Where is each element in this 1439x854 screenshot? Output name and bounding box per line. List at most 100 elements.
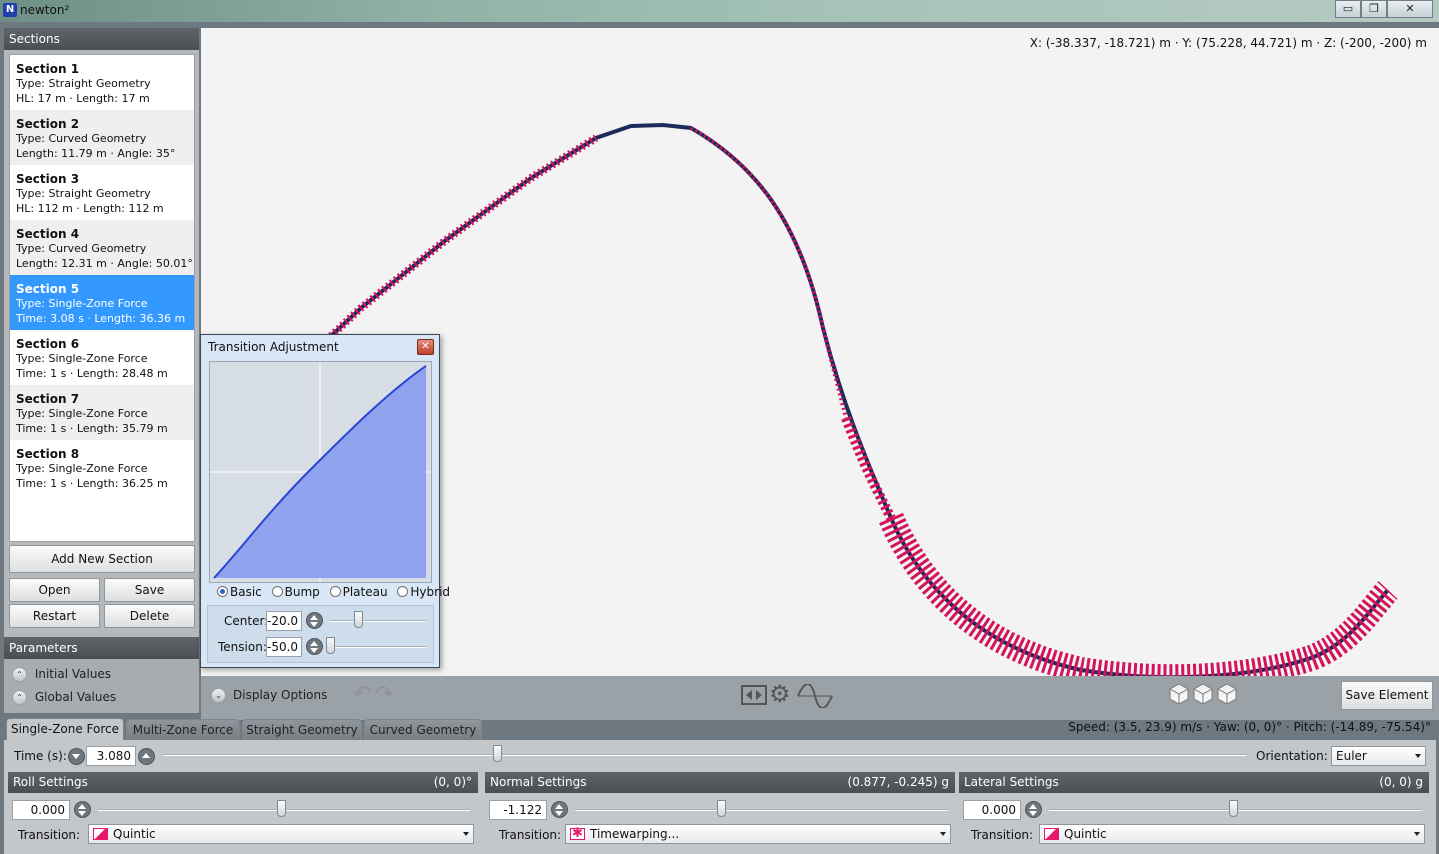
tension-label: Tension: [218, 640, 267, 654]
transition-mode-group: Basic Bump Plateau Hybrid [217, 585, 450, 599]
normal-transition-select[interactable]: ✱ Timewarping... [565, 824, 951, 844]
normal-slider-thumb[interactable] [717, 800, 726, 817]
center-input[interactable]: -20.0 [266, 611, 302, 631]
tension-slider-thumb[interactable] [326, 637, 335, 654]
orientation-select[interactable]: Euler [1331, 746, 1426, 766]
tab-single-zone-force[interactable]: Single-Zone Force [6, 718, 124, 740]
roll-transition-select[interactable]: Quintic [88, 824, 474, 844]
initial-values-label: Initial Values [34, 667, 112, 681]
tension-spinner-icon[interactable] [306, 638, 323, 655]
orientation-value: Euler [1336, 749, 1367, 763]
tab-straight-geometry[interactable]: Straight Geometry [242, 719, 362, 740]
time-increment-icon[interactable] [138, 748, 155, 765]
section-detail: Length: 11.79 m · Angle: 35° [16, 147, 176, 160]
center-slider-thumb[interactable] [354, 611, 363, 628]
radio-label: Basic [230, 585, 262, 599]
section-item[interactable]: Section 1 Type: Straight Geometry HL: 17… [10, 55, 194, 110]
normal-range: (0.877, -0.245) g [847, 775, 949, 789]
open-button[interactable]: Open [9, 578, 100, 602]
time-slider-track[interactable] [164, 754, 1246, 756]
section-item[interactable]: Section 7 Type: Single-Zone Force Time: … [10, 385, 194, 440]
radio-dot-icon [329, 586, 341, 597]
lateral-title: Lateral Settings [964, 775, 1059, 789]
minimize-button[interactable]: ▭ [1335, 0, 1361, 18]
time-slider-thumb[interactable] [493, 745, 502, 762]
normal-spinner-icon[interactable] [551, 801, 568, 818]
lateral-value-input[interactable]: 0.000 [963, 800, 1021, 820]
section-item[interactable]: Section 4 Type: Curved Geometry Length: … [10, 220, 194, 275]
section-item[interactable]: Section 3 Type: Straight Geometry HL: 11… [10, 165, 194, 220]
roll-settings-header: Roll Settings (0, 0)° [8, 772, 478, 793]
add-new-section-button[interactable]: Add New Section [9, 545, 195, 573]
radio-basic[interactable]: Basic [217, 585, 262, 599]
chevron-down-icon[interactable]: ⌄ [211, 688, 226, 703]
save-element-button[interactable]: Save Element [1341, 681, 1433, 710]
close-icon[interactable]: ✕ [417, 339, 434, 355]
transition-curve-graph[interactable] [209, 361, 432, 583]
parameters-panel: Parameters ⌃ Initial Values ⌃ Global Val… [4, 637, 199, 713]
roll-spinner-icon[interactable] [74, 801, 91, 818]
radio-label: Bump [284, 585, 320, 599]
delete-button[interactable]: Delete [104, 604, 195, 628]
radio-plateau[interactable]: Plateau [329, 585, 388, 599]
flip-icon[interactable] [741, 685, 767, 705]
global-values-label: Global Values [34, 690, 117, 704]
restart-button[interactable]: Restart [9, 604, 100, 628]
section-item-selected[interactable]: Section 5 Type: Single-Zone Force Time: … [10, 275, 194, 330]
normal-transition-label: Transition: [499, 828, 562, 842]
lateral-settings-header: Lateral Settings (0, 0) g [959, 772, 1429, 793]
lateral-transition-select[interactable]: Quintic [1039, 824, 1425, 844]
normal-slider-track[interactable] [575, 809, 947, 811]
sections-list[interactable]: Section 1 Type: Straight Geometry HL: 17… [9, 54, 195, 542]
lateral-slider-thumb[interactable] [1229, 800, 1238, 817]
undo-icon[interactable]: ↶ [353, 684, 371, 706]
section-detail: Time: 1 s · Length: 36.25 m [16, 477, 168, 490]
maximize-button[interactable]: ❐ [1361, 0, 1387, 18]
section-name: Section 2 [16, 117, 80, 131]
roll-value-input[interactable]: 0.000 [12, 800, 70, 820]
roll-slider-thumb[interactable] [277, 800, 286, 817]
section-name: Section 4 [16, 227, 80, 241]
center-slider-track[interactable] [330, 620, 426, 622]
cube-view-front-icon[interactable] [1169, 683, 1189, 705]
tab-curved-geometry[interactable]: Curved Geometry [364, 719, 482, 740]
section-item[interactable]: Section 6 Type: Single-Zone Force Time: … [10, 330, 194, 385]
dialog-title: Transition Adjustment [208, 340, 339, 354]
tension-slider-track[interactable] [330, 646, 426, 648]
initial-values-toggle[interactable]: ⌃ Initial Values [12, 667, 111, 682]
close-window-button[interactable]: ✕ [1387, 0, 1433, 18]
window-title: newton² [20, 3, 70, 17]
time-decrement-icon[interactable] [68, 748, 85, 765]
timewarping-star-icon: ✱ [570, 827, 585, 840]
tab-multi-zone-force[interactable]: Multi-Zone Force [126, 719, 240, 740]
section-item[interactable]: Section 2 Type: Curved Geometry Length: … [10, 110, 194, 165]
radio-label: Hybrid [410, 585, 451, 599]
time-input[interactable]: 3.080 [86, 746, 136, 766]
tension-input[interactable]: -50.0 [266, 637, 302, 657]
section-detail: HL: 17 m · Length: 17 m [16, 92, 150, 105]
radio-bump[interactable]: Bump [271, 585, 320, 599]
section-item[interactable]: Section 8 Type: Single-Zone Force Time: … [10, 440, 194, 495]
viewport-toolbar: ⌄ Display Options ↶ ↷ ⚙ Save Element Spe… [201, 676, 1439, 734]
cube-view-side-icon[interactable] [1193, 683, 1213, 705]
save-button[interactable]: Save [104, 578, 195, 602]
lateral-transition-label: Transition: [971, 828, 1034, 842]
gear-icon[interactable]: ⚙ [769, 682, 791, 706]
radio-dot-icon [217, 586, 228, 597]
section-detail: HL: 112 m · Length: 112 m [16, 202, 164, 215]
track-ties-drop [690, 126, 848, 419]
time-label: Time (s): [14, 749, 67, 763]
radio-dot-icon [397, 586, 409, 597]
normal-value-input[interactable]: -1.122 [489, 800, 547, 820]
cube-view-top-icon[interactable] [1217, 683, 1237, 705]
chevron-down-icon [1414, 832, 1420, 836]
global-values-toggle[interactable]: ⌃ Global Values [12, 690, 116, 705]
element-settings-panel: Time (s): 3.080 Orientation: Euler Roll … [4, 740, 1436, 854]
quintic-swatch-icon [93, 828, 108, 840]
lateral-spinner-icon[interactable] [1025, 801, 1042, 818]
redo-icon[interactable]: ↷ [375, 684, 393, 706]
radio-hybrid[interactable]: Hybrid [397, 585, 450, 599]
center-spinner-icon[interactable] [306, 612, 323, 629]
wave-icon[interactable] [797, 684, 833, 708]
display-options-label[interactable]: Display Options [233, 688, 327, 702]
